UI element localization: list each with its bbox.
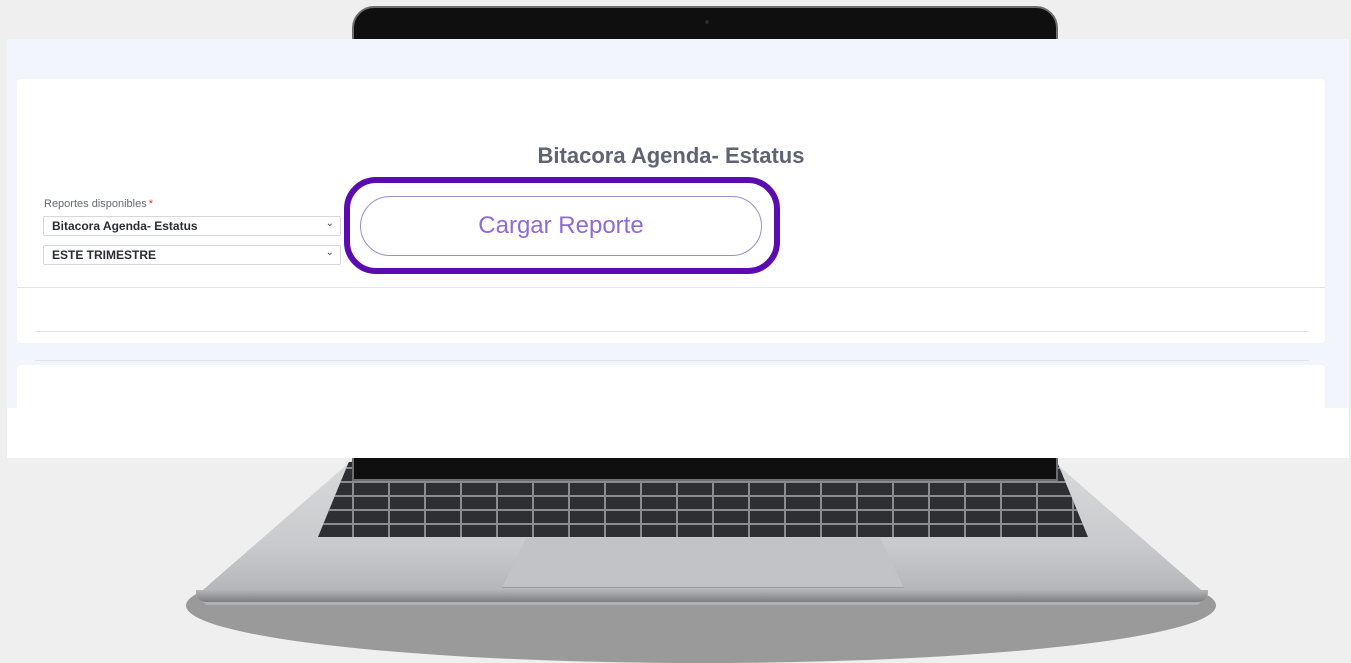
required-mark: * <box>148 198 154 210</box>
chevron-down-icon: ⌄ <box>325 218 334 229</box>
period-select-value: ESTE TRIMESTRE <box>52 248 157 262</box>
divider <box>35 360 1309 361</box>
reports-field-label-text: Reportes disponibles <box>44 198 147 210</box>
page-title: Bitacora Agenda- Estatus <box>537 143 805 168</box>
report-card: Bitacora Agenda- Estatus Reportes dispon… <box>17 79 1325 361</box>
report-select[interactable]: Bitacora Agenda- Estatus ⌄ <box>43 216 341 236</box>
screen-bottom <box>7 408 1349 458</box>
divider <box>17 287 1325 288</box>
app-screen: Bitacora Agenda- Estatus Reportes dispon… <box>7 39 1349 458</box>
period-select[interactable]: ESTE TRIMESTRE ⌄ <box>43 245 341 265</box>
chevron-down-icon: ⌄ <box>325 247 334 258</box>
load-report-button[interactable]: Cargar Reporte <box>360 196 762 256</box>
stage: Bitacora Agenda- Estatus Reportes dispon… <box>0 0 1351 663</box>
report-select-value: Bitacora Agenda- Estatus <box>52 219 198 233</box>
divider <box>35 331 1309 332</box>
reports-field-label: Reportes disponibles * <box>44 198 153 210</box>
laptop-base-edge <box>196 590 1208 602</box>
camera-icon <box>705 20 709 24</box>
laptop-trackpad <box>502 538 904 588</box>
